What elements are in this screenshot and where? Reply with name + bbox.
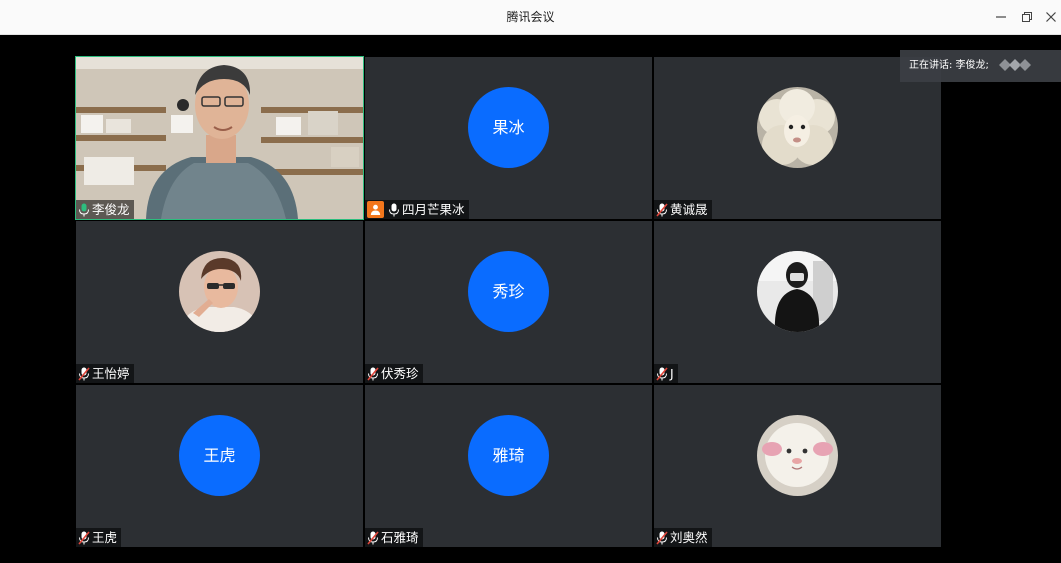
microphone-muted-icon (656, 202, 668, 217)
participant-avatar-initials: 秀珍 (468, 251, 549, 332)
participant-avatar-photo (179, 251, 260, 332)
plush-sheep-avatar-image (757, 415, 838, 496)
microphone-muted-icon (656, 366, 668, 381)
participant-name: 刘奥然 (670, 530, 708, 545)
participant-name: 王虎 (92, 530, 118, 545)
window-title: 腾讯会议 (506, 10, 555, 24)
close-button[interactable] (1038, 0, 1061, 35)
participant-tile-lijunlong[interactable]: 李俊龙 (75, 56, 364, 220)
participant-tile-liuaoran[interactable]: 刘奥然 (654, 385, 941, 547)
participant-name: 伏秀珍 (381, 366, 419, 381)
participant-name: 四月芒果冰 (402, 202, 465, 217)
participant-name-bar: J (654, 364, 678, 383)
participant-name-bar: 四月芒果冰 (365, 200, 469, 219)
participant-avatar-photo (757, 251, 838, 332)
minimize-icon (996, 16, 1006, 18)
participant-avatar-initials: 雅琦 (468, 415, 549, 496)
participant-name-bar: 王怡婷 (76, 364, 134, 383)
microphone-muted-icon (78, 366, 90, 381)
close-icon (1046, 12, 1056, 22)
participant-name-bar: 王虎 (76, 528, 122, 547)
participant-tile-wanghu[interactable]: 王虎 王虎 (76, 385, 363, 547)
participant-name-bar: 刘奥然 (654, 528, 712, 547)
person-black-hoodie-avatar-image (757, 251, 838, 332)
speaking-label: 正在讲话: 李俊龙; (909, 60, 989, 71)
microphone-muted-icon (367, 530, 379, 545)
participant-avatar-initials: 王虎 (179, 415, 260, 496)
participant-name: 石雅琦 (381, 530, 419, 545)
participant-tile-shiyaqi[interactable]: 雅琦 石雅琦 (365, 385, 652, 547)
participant-avatar-photo (757, 415, 838, 496)
participant-avatar-photo (757, 87, 838, 168)
minimize-button[interactable] (988, 0, 1014, 35)
participant-tile-wangyiting[interactable]: 王怡婷 (76, 221, 363, 383)
host-person-icon (370, 204, 381, 215)
restore-icon (1022, 12, 1032, 22)
participant-tile-huangchengsheng[interactable]: 黄诚晟 (654, 57, 941, 219)
participant-name-bar: 黄诚晟 (654, 200, 712, 219)
participant-tile-j[interactable]: J (654, 221, 941, 383)
restore-button[interactable] (1014, 0, 1040, 35)
speaking-indicator: 正在讲话: 李俊龙; (900, 50, 1061, 82)
title-bar: 腾讯会议 (0, 0, 1061, 35)
participant-name: 王怡婷 (92, 366, 130, 381)
host-badge (367, 201, 384, 218)
microphone-muted-icon (78, 530, 90, 545)
microphone-icon (389, 203, 399, 216)
video-grid: 李俊龙 果冰 四月芒果冰 黄诚晟 王怡婷 秀珍 伏秀珍 J 王虎 王虎 雅琦 石… (0, 35, 1061, 563)
participant-name-bar: 石雅琦 (365, 528, 423, 547)
participant-name: J (670, 366, 674, 381)
microphone-muted-icon (367, 366, 379, 381)
participant-tile-siyuemangguobing[interactable]: 果冰 四月芒果冰 (365, 57, 652, 219)
redacted-names-mark (999, 59, 1032, 71)
participant-name-bar: 伏秀珍 (365, 364, 423, 383)
microphone-muted-icon (656, 530, 668, 545)
man-portrait-avatar-image (179, 251, 260, 332)
participant-name: 李俊龙 (92, 202, 130, 217)
participant-tile-fuxiuzhen[interactable]: 秀珍 伏秀珍 (365, 221, 652, 383)
participant-name-bar: 李俊龙 (76, 200, 134, 219)
participant-name: 黄诚晟 (670, 202, 708, 217)
participant-avatar-initials: 果冰 (468, 87, 549, 168)
sheep-avatar-image (757, 87, 838, 168)
participant-video (76, 57, 363, 219)
microphone-icon (79, 203, 89, 216)
